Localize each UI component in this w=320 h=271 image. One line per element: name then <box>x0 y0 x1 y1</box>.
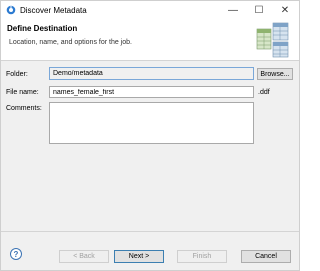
wizard-banner: Define Destination Location, name, and o… <box>1 20 299 60</box>
next-button[interactable]: Next > <box>114 250 164 263</box>
file-name-input[interactable] <box>49 86 254 98</box>
finish-button[interactable]: Finish <box>177 250 227 263</box>
metadata-tables-icon <box>256 22 289 58</box>
help-icon[interactable]: ? <box>10 248 22 260</box>
app-icon <box>6 5 16 15</box>
file-extension-label: .ddf <box>258 89 270 96</box>
comments-textarea[interactable] <box>49 102 254 144</box>
back-button[interactable]: < Back <box>59 250 109 263</box>
comments-label: Comments: <box>6 105 42 112</box>
window-title: Discover Metadata <box>20 6 87 15</box>
page-title: Define Destination <box>7 24 78 33</box>
cancel-button[interactable]: Cancel <box>241 250 291 263</box>
form-area: Folder: Browse... File name: .ddf Commen… <box>1 61 299 231</box>
title-bar: Discover Metadata — ☐ ✕ <box>1 1 299 20</box>
discover-metadata-dialog: Discover Metadata — ☐ ✕ Define Destinati… <box>0 0 300 271</box>
close-button[interactable]: ✕ <box>275 2 295 18</box>
folder-field[interactable] <box>49 67 254 80</box>
file-name-label: File name: <box>6 89 39 96</box>
button-bar: ? < Back Next > Finish Cancel <box>1 232 299 270</box>
folder-label: Folder: <box>6 71 28 78</box>
minimize-button[interactable]: — <box>223 2 243 18</box>
page-description: Location, name, and options for the job. <box>9 39 132 46</box>
maximize-button[interactable]: ☐ <box>249 2 269 18</box>
browse-button[interactable]: Browse... <box>257 68 293 80</box>
